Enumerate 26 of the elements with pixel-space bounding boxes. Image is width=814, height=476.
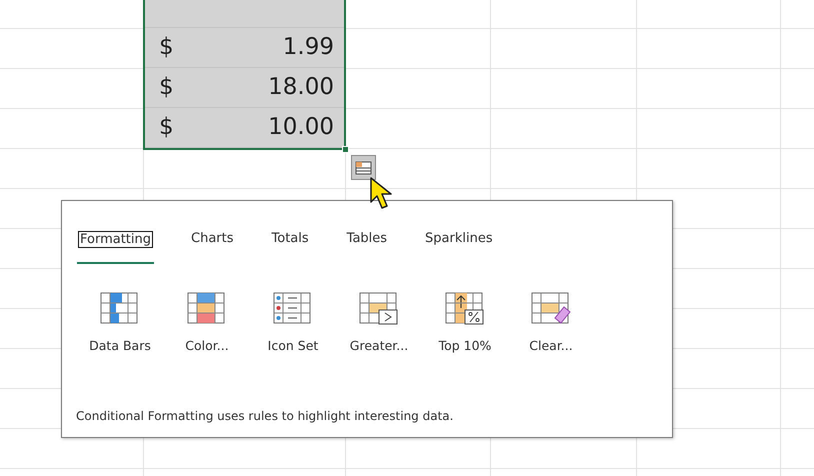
data-bars-icon — [100, 292, 140, 324]
description-text: Conditional Formatting uses rules to highlight interesting data. — [76, 408, 454, 425]
currency-symbol: $ — [159, 33, 174, 62]
tab[interactable]: Sparklines — [423, 227, 495, 264]
tab[interactable]: Formatting — [76, 227, 156, 264]
tab[interactable]: Charts — [189, 227, 236, 264]
quick-analysis-option[interactable]: Clear... — [508, 292, 594, 356]
quick-analysis-option[interactable]: Data Bars — [76, 292, 164, 356]
eraser-icon — [531, 292, 571, 324]
top-percent-icon — [445, 292, 485, 324]
tab[interactable]: Tables — [344, 227, 390, 264]
icon-set-icon — [273, 292, 313, 324]
quick-analysis-option[interactable]: Top 10% — [422, 292, 508, 356]
cell-value: 10.00 — [268, 113, 334, 142]
tab[interactable]: Totals — [270, 227, 311, 264]
currency-symbol: $ — [159, 73, 174, 102]
fill-handle[interactable] — [342, 146, 349, 153]
quick-analysis-option[interactable]: Icon Set — [250, 292, 336, 356]
quick-analysis-option[interactable]: Greater... — [336, 292, 422, 356]
currency-symbol: $ — [159, 113, 174, 142]
cell-value: 18.00 — [268, 73, 334, 102]
quick-analysis-option[interactable]: Color... — [164, 292, 250, 356]
cell-value: 1.99 — [282, 33, 334, 62]
color-scale-icon — [187, 292, 227, 324]
table-icon — [355, 160, 372, 175]
quick-analysis-button[interactable] — [351, 155, 376, 180]
